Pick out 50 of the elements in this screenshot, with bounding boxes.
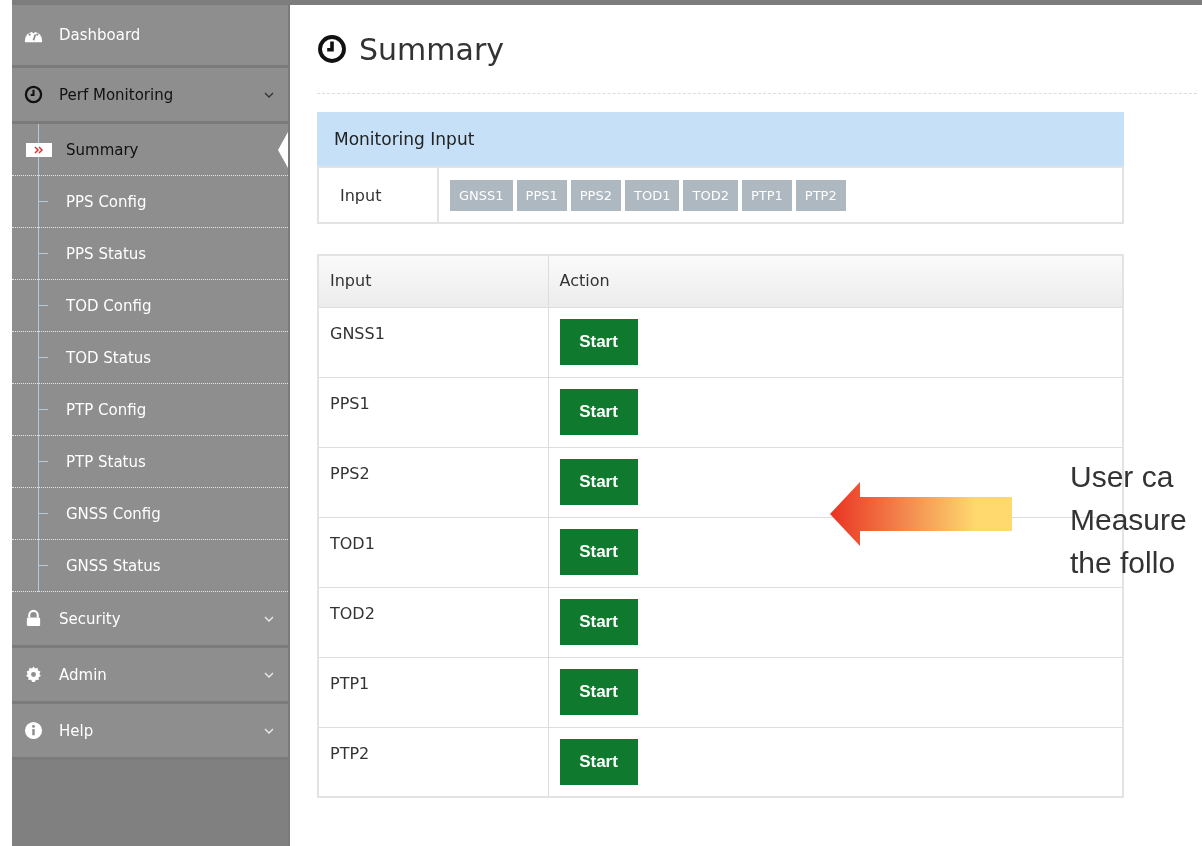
chevron-down-icon xyxy=(264,615,274,622)
column-header: Action xyxy=(548,255,1123,307)
clock-icon xyxy=(317,34,347,64)
field-label: Input xyxy=(319,168,439,222)
table-cell: PPS1 xyxy=(318,377,548,447)
input-chip-button[interactable]: PTP2 xyxy=(795,179,846,211)
submenu-item[interactable]: TOD Config xyxy=(12,280,288,332)
input-chip-button[interactable]: TOD1 xyxy=(625,179,680,211)
submenu-item[interactable]: TOD Status xyxy=(12,332,288,384)
start-button[interactable]: Start xyxy=(559,529,638,575)
input-chip-button[interactable]: PTP1 xyxy=(741,179,792,211)
sidebar-item[interactable]: Admin xyxy=(12,648,288,704)
double-chevron-icon xyxy=(26,142,52,157)
selection-pointer-icon xyxy=(276,132,288,168)
input-chip-button[interactable]: TOD2 xyxy=(683,179,738,211)
table-cell: TOD2 xyxy=(318,587,548,657)
submenu-item[interactable]: PTP Status xyxy=(12,436,288,488)
chevron-down-icon xyxy=(264,91,274,98)
input-chip-button[interactable]: PPS2 xyxy=(570,179,621,211)
page-title: Summary xyxy=(359,31,504,67)
annotation-text: the follo xyxy=(1070,545,1177,581)
table-cell: TOD1 xyxy=(318,517,548,587)
panel-header: Monitoring Input xyxy=(317,112,1124,166)
start-button[interactable]: Start xyxy=(559,319,638,365)
start-button[interactable]: Start xyxy=(559,389,638,435)
submenu-item[interactable]: Summary xyxy=(12,124,288,176)
submenu-item[interactable]: GNSS Config xyxy=(12,488,288,540)
clock-icon xyxy=(24,85,43,104)
submenu-item[interactable]: PTP Config xyxy=(12,384,288,436)
submenu-item[interactable]: PPS Status xyxy=(12,228,288,280)
submenu-item[interactable]: GNSS Status xyxy=(12,540,288,592)
info-icon xyxy=(24,721,43,740)
chevron-down-icon xyxy=(264,671,274,678)
start-button[interactable]: Start xyxy=(559,738,638,785)
column-header: Input xyxy=(318,255,548,307)
sidebar-item[interactable]: Security xyxy=(12,592,288,648)
table-cell: PPS2 xyxy=(318,447,548,517)
start-button[interactable]: Start xyxy=(559,599,638,645)
gear-icon xyxy=(24,665,43,684)
lock-icon xyxy=(24,609,43,628)
input-chip-button[interactable]: PPS1 xyxy=(516,179,567,211)
annotation-text: Measure xyxy=(1070,502,1187,538)
table-cell: PTP1 xyxy=(318,657,548,727)
submenu-item[interactable]: PPS Config xyxy=(12,176,288,228)
start-button[interactable]: Start xyxy=(559,669,638,715)
start-button[interactable]: Start xyxy=(559,459,638,505)
input-chip-button[interactable]: GNSS1 xyxy=(450,179,513,211)
table-cell: GNSS1 xyxy=(318,307,548,377)
chevron-down-icon xyxy=(264,727,274,734)
annotation-text: User ca xyxy=(1070,459,1175,495)
